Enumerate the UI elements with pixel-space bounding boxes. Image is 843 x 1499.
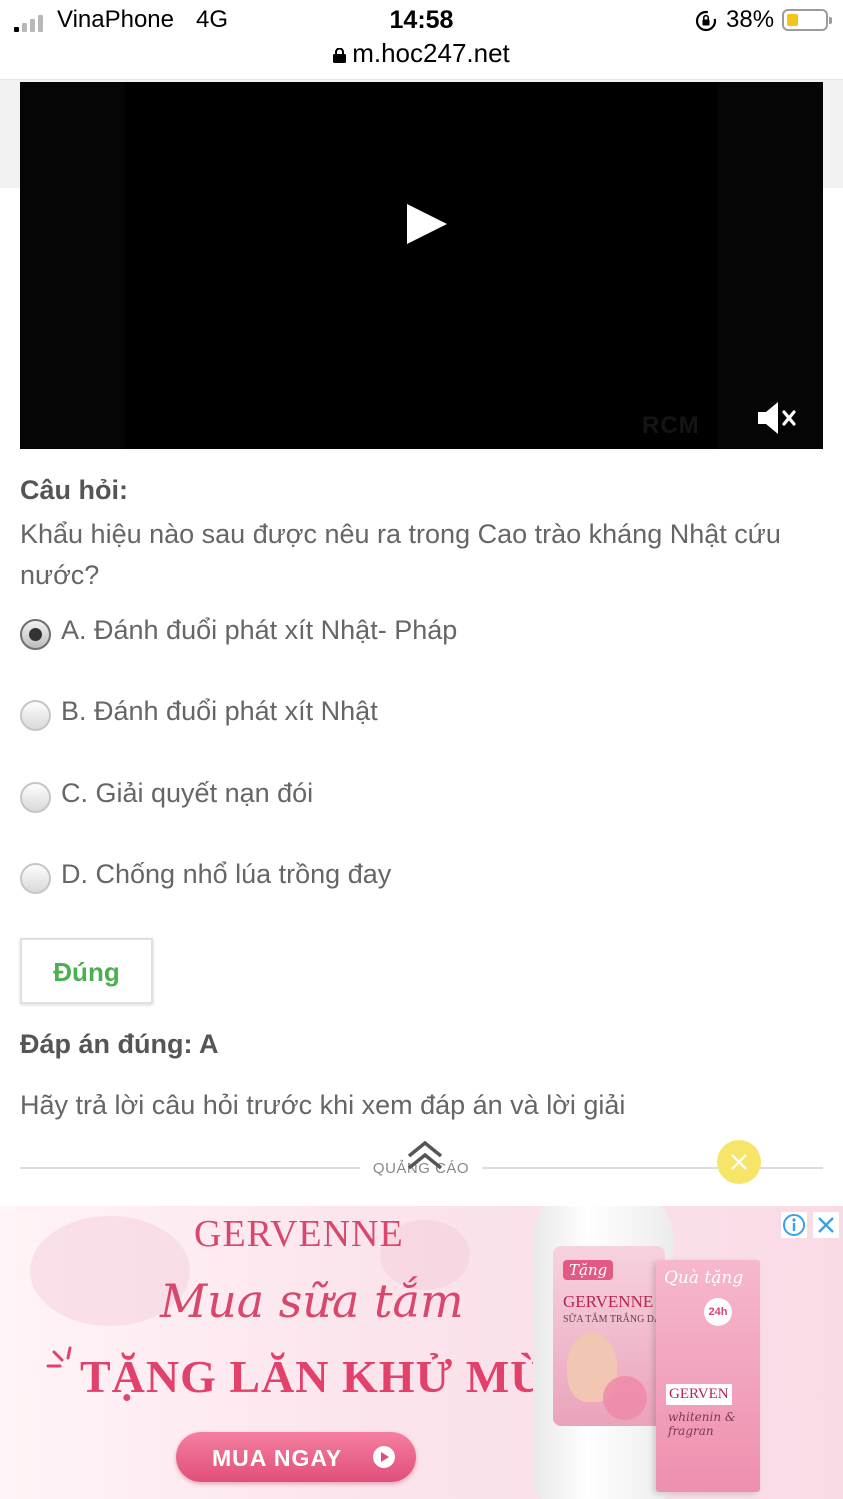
gift-label: Quà tặng <box>664 1268 744 1288</box>
radio-d[interactable] <box>20 863 51 894</box>
chevron-up-icon[interactable] <box>404 1138 446 1172</box>
battery-percent: 38% <box>726 6 775 33</box>
lock-icon <box>333 48 347 63</box>
video-letterbox-left <box>20 82 125 449</box>
play-icon[interactable] <box>407 204 447 244</box>
product-bottle-image: Tặng GERVENNE SỮA TẮM TRẮNG DA <box>533 1206 673 1499</box>
status-bar: VinaPhone 4G 14:58 38% m.hoc247.net <box>0 0 843 80</box>
url-text: m.hoc247.net <box>352 38 510 68</box>
product-box-image: Quà tặng 24h GERVEN whitenin & fragran <box>656 1260 760 1492</box>
radio-b[interactable] <box>20 700 51 731</box>
option-c-label: C. Giải quyết nạn đói <box>61 778 314 808</box>
buy-now-button[interactable]: MUA NGAY <box>176 1432 416 1482</box>
option-b[interactable]: B. Đánh đuổi phát xít Nhật <box>20 695 800 735</box>
video-player[interactable]: RCM <box>20 82 823 449</box>
radio-a[interactable] <box>20 619 51 650</box>
ad-dismiss-button[interactable] <box>717 1140 761 1184</box>
question-text: Khẩu hiệu nào sau được nêu ra trong Cao … <box>20 519 781 590</box>
result-label: Đúng <box>53 957 120 987</box>
address-bar[interactable]: m.hoc247.net <box>0 38 843 69</box>
arrow-right-icon <box>373 1446 395 1468</box>
video-watermark: RCM <box>642 412 700 439</box>
option-c[interactable]: C. Giải quyết nạn đói <box>20 777 800 817</box>
option-a-label: A. Đánh đuổi phát xít Nhật- Pháp <box>61 615 458 645</box>
ad-banner[interactable]: GERVENNE Mua sữa tắm TẶNG LĂN KHỬ MÙI MU… <box>0 1206 843 1499</box>
ad-brand: GERVENNE <box>194 1213 404 1255</box>
close-icon <box>731 1154 747 1170</box>
option-a[interactable]: A. Đánh đuổi phát xít Nhật- Pháp <box>20 614 800 654</box>
ad-slogan: Mua sữa tắm <box>160 1274 464 1328</box>
bottle-brand: GERVENNE <box>563 1292 654 1311</box>
battery-icon <box>782 9 832 31</box>
option-b-label: B. Đánh đuổi phát xít Nhật <box>61 696 378 726</box>
bottle-tag: Tặng <box>563 1260 614 1280</box>
buy-now-label: MUA NGAY <box>212 1445 343 1471</box>
option-d[interactable]: D. Chống nhổ lúa trồng đay <box>20 858 800 898</box>
mute-icon[interactable] <box>758 402 798 434</box>
box-badge: 24h <box>704 1298 732 1326</box>
box-subtitle: whitenin & fragran <box>668 1410 736 1438</box>
correct-answer: Đáp án đúng: A <box>20 1029 219 1059</box>
bottle-subtitle: SỮA TẮM TRẮNG DA <box>563 1314 662 1325</box>
answer-hint: Hãy trả lời câu hỏi trước khi xem đáp án… <box>20 1090 626 1120</box>
option-d-label: D. Chống nhổ lúa trồng đay <box>61 859 392 889</box>
close-icon[interactable] <box>813 1212 839 1238</box>
radio-c[interactable] <box>20 782 51 813</box>
info-icon[interactable] <box>781 1212 807 1238</box>
page: VinaPhone 4G 14:58 38% m.hoc247.net RCM <box>0 0 843 1499</box>
rotation-lock-icon <box>695 10 717 32</box>
ad-offer: TẶNG LĂN KHỬ MÙI <box>80 1351 564 1402</box>
video-letterbox-right <box>718 82 823 449</box>
question-label: Câu hỏi: <box>20 475 128 505</box>
result-badge: Đúng <box>20 938 153 1004</box>
box-brand: GERVEN <box>666 1384 732 1405</box>
